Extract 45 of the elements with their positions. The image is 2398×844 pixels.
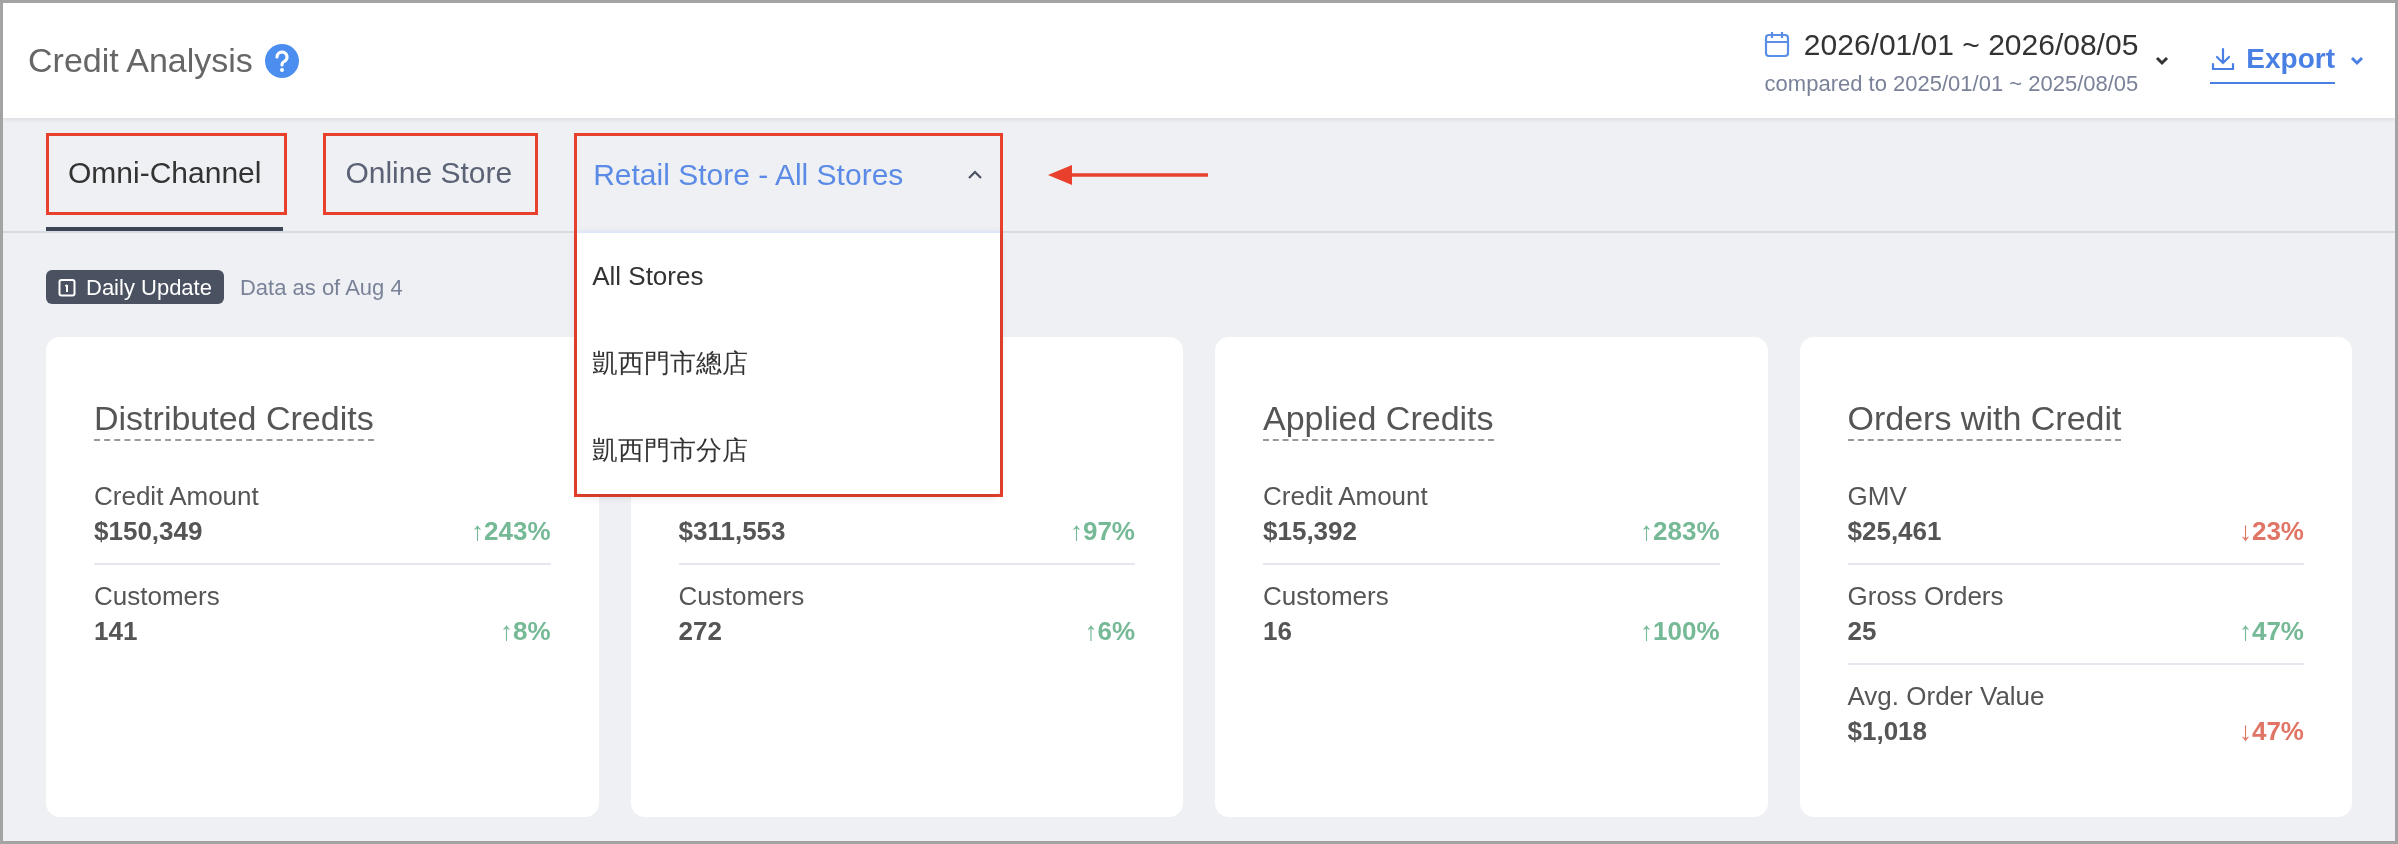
dropdown-option[interactable]: 凱西門市總店 — [577, 320, 1001, 407]
page-title: Credit Analysis — [28, 40, 253, 81]
metric-value: $15,392 — [1263, 514, 1357, 548]
card-title[interactable]: Orders with Credit — [1847, 399, 2122, 441]
daily-update-badge: Daily Update — [46, 270, 224, 304]
change-percent: ↑243% — [471, 514, 551, 548]
metric-value: 25 — [1847, 614, 1877, 648]
metric-value: $1,018 — [1847, 714, 1928, 748]
chevron-down-icon — [2349, 54, 2365, 67]
metric-label: Customers — [1263, 581, 1389, 611]
help-icon[interactable] — [264, 43, 299, 78]
tab[interactable]: Online Store — [323, 118, 535, 231]
card-title[interactable]: Distributed Credits — [94, 399, 374, 441]
tab[interactable]: Omni-Channel — [46, 118, 284, 231]
change-percent: ↓47% — [2238, 714, 2304, 748]
metric-value: $311,553 — [678, 514, 786, 548]
metric-value: $25,461 — [1847, 514, 1942, 548]
metric-label: Avg. Order Value — [1847, 681, 2045, 711]
metric-label: Customers — [94, 581, 220, 611]
metric-label: Customers — [678, 581, 805, 611]
change-percent: ↑97% — [1069, 514, 1135, 548]
metric-label: Gross Orders — [1847, 581, 2004, 611]
change-percent: ↑6% — [1084, 614, 1135, 648]
dropdown-option[interactable]: 凱西門市分店 — [577, 407, 1001, 494]
chevron-down-icon — [2154, 54, 2171, 67]
metric-value: 272 — [678, 614, 722, 648]
update-note: Data as of Aug 4 — [239, 273, 403, 302]
change-percent: ↓23% — [2238, 514, 2304, 548]
export-button[interactable]: Export — [2210, 37, 2365, 84]
metric-value: 16 — [1263, 614, 1292, 648]
metric-label: Credit Amount — [1263, 481, 1428, 511]
download-icon — [2210, 45, 2237, 72]
change-percent: ↑47% — [2238, 614, 2304, 648]
metric-label: GMV — [1847, 481, 1907, 511]
dropdown-option[interactable]: All Stores — [577, 233, 1001, 320]
change-percent: ↑8% — [499, 614, 551, 648]
metric-value: 141 — [94, 614, 138, 648]
metric-value: $150,349 — [94, 514, 203, 548]
calendar-icon — [58, 277, 76, 297]
change-percent: ↑100% — [1640, 614, 1720, 648]
metric-label: Credit Amount — [94, 481, 259, 511]
calendar-icon — [1763, 30, 1790, 58]
change-percent: ↑283% — [1640, 514, 1720, 548]
date-range-picker[interactable]: 2026/01/01 ~ 2026/08/05 compared to 2025/01/01 ~ 2025/08/05 — [1763, 21, 2171, 100]
card-title[interactable]: Applied Credits — [1263, 399, 1494, 441]
